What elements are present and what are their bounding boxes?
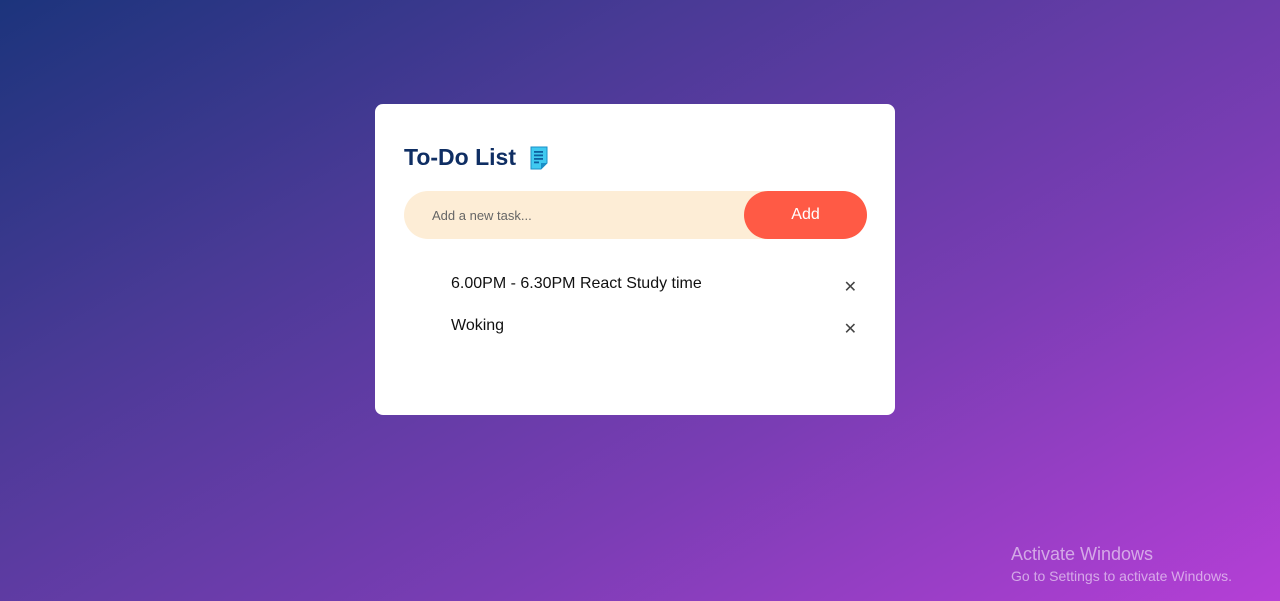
add-button[interactable]: Add <box>744 191 867 239</box>
activate-windows-watermark: Activate Windows Go to Settings to activ… <box>1011 544 1232 584</box>
task-text[interactable]: 6.00PM - 6.30PM React Study time <box>451 272 702 296</box>
list-item[interactable]: Woking ✕ <box>404 314 867 356</box>
task-text[interactable]: Woking <box>451 314 504 338</box>
note-icon <box>529 146 549 170</box>
todo-card: To-Do List Add 6.00PM - 6.30PM React Stu… <box>375 104 895 415</box>
close-icon[interactable]: ✕ <box>844 275 857 299</box>
header: To-Do List <box>404 144 549 171</box>
page-title: To-Do List <box>404 144 516 170</box>
new-task-form: Add <box>404 191 867 239</box>
watermark-subtitle: Go to Settings to activate Windows. <box>1011 568 1232 584</box>
task-list: 6.00PM - 6.30PM React Study time ✕ Wokin… <box>404 272 867 356</box>
list-item[interactable]: 6.00PM - 6.30PM React Study time ✕ <box>404 272 867 314</box>
watermark-title: Activate Windows <box>1011 544 1154 564</box>
close-icon[interactable]: ✕ <box>844 317 857 341</box>
task-input[interactable] <box>404 191 744 239</box>
